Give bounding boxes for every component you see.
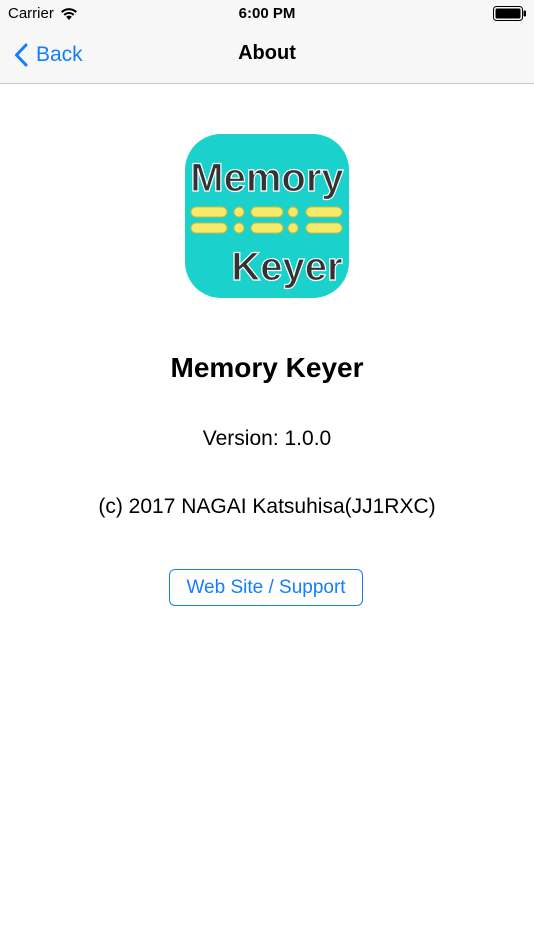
app-icon-text-bottom: Keyer	[231, 245, 342, 289]
support-button-label: Web Site / Support	[186, 576, 346, 598]
copyright-label: (c) 2017 NAGAI Katsuhisa(JJ1RXC)	[98, 495, 436, 518]
version-label: Version: 1.0.0	[202, 427, 332, 450]
app-name: Memory Keyer	[170, 352, 364, 383]
navigation-bar: Back About	[0, 28, 534, 84]
status-bar: Carrier 6:00 PM	[0, 0, 534, 28]
web-site-support-button[interactable]: Web Site / Support	[169, 569, 363, 606]
page-title: About	[238, 42, 296, 64]
app-icon-artwork: Memory Keyer	[190, 155, 345, 289]
app-icon: Memory Keyer	[185, 134, 349, 298]
battery-icon	[493, 6, 526, 21]
status-time: 6:00 PM	[238, 5, 296, 22]
app-icon-text-top: Memory	[190, 156, 344, 200]
about-screen: Carrier 6:00 PM Back About Memory Keyer …	[0, 0, 534, 950]
